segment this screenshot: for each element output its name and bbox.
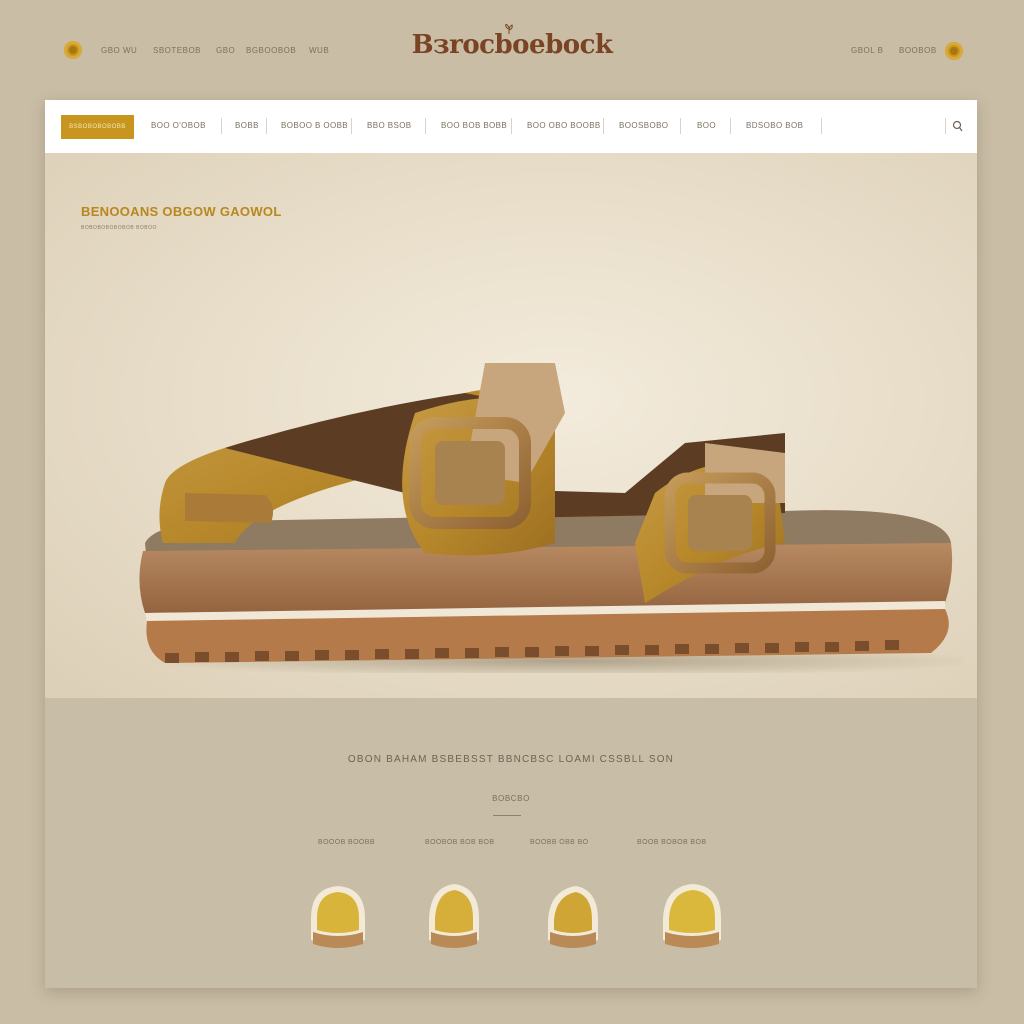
product-label-4[interactable]: BOOB BOBOB BOB	[637, 839, 706, 846]
hero-subtitle: BOBOBOBOBOBOB BOBOO	[81, 225, 157, 231]
shop-link-underline	[493, 815, 521, 816]
product-label-1[interactable]: BOOOB BOOBB	[318, 839, 375, 846]
shop-link[interactable]: BOBCBO	[45, 794, 977, 803]
main-nav: BSBOBOBOBOBB BOO O'OBOB BOBB BOBOO B OOB…	[45, 100, 977, 153]
nav-item-5[interactable]: BOO BOB BOBB	[441, 121, 507, 130]
nav-item-6[interactable]: BOO OBO BOOBB	[527, 121, 601, 130]
product-label-2[interactable]: BOOBOB BOB BOB	[425, 839, 494, 846]
nav-item-9[interactable]: BDSOBO BOB	[746, 121, 803, 130]
nav-divider	[821, 118, 822, 134]
nav-divider	[945, 118, 946, 134]
nav-item-3[interactable]: BOBOO B OOBB	[281, 121, 348, 130]
page-card: BSBOBOBOBOBB BOO O'OBOB BOBB BOBOO B OOB…	[45, 100, 977, 988]
top-link-6[interactable]: GBOL B	[851, 46, 884, 55]
product-thumbnail-3[interactable]	[538, 878, 608, 958]
top-link-7[interactable]: BOOBOB	[899, 46, 937, 55]
nav-item-1[interactable]: BOO O'OBOB	[151, 121, 206, 130]
nav-item-8[interactable]: BOO	[697, 121, 716, 130]
product-thumbnail-4[interactable]	[657, 878, 727, 958]
shop-now-button[interactable]: BSBOBOBOBOBB	[61, 115, 134, 139]
featured-section: OBON BAHAM BSBEBSST BBNCBSC LOAMI CSSBLL…	[45, 698, 977, 988]
product-thumbnail-1[interactable]	[303, 878, 373, 958]
search-icon[interactable]	[951, 119, 963, 133]
nav-item-7[interactable]: BOOSBOBO	[619, 121, 668, 130]
nav-divider	[351, 118, 352, 134]
hero-banner: BENOOANS OBGOW GAOWOL BOBOBOBOBOBOB BOBO…	[45, 153, 977, 698]
nav-divider	[266, 118, 267, 134]
nav-divider	[425, 118, 426, 134]
cart-icon[interactable]	[945, 42, 963, 60]
product-label-3[interactable]: BOOBB OBB BO	[530, 839, 588, 846]
sandal-product-image[interactable]	[85, 243, 965, 673]
top-bar: GBO WU SBOTEBOB GBO BGBOOBOB WUB Bзroсbо…	[0, 0, 1024, 100]
product-thumbnail-2[interactable]	[419, 878, 489, 958]
nav-divider	[603, 118, 604, 134]
hero-title: BENOOANS OBGOW GAOWOL	[81, 204, 282, 219]
section-tagline: OBON BAHAM BSBEBSST BBNCBSC LOAMI CSSBLL…	[347, 754, 675, 765]
nav-divider	[221, 118, 222, 134]
brand-logo[interactable]: Bзroсbоebock	[0, 30, 1024, 60]
nav-item-4[interactable]: BBO BSOB	[367, 121, 412, 130]
nav-divider	[511, 118, 512, 134]
nav-divider	[730, 118, 731, 134]
nav-divider	[680, 118, 681, 134]
nav-item-2[interactable]: BOBB	[235, 121, 259, 130]
